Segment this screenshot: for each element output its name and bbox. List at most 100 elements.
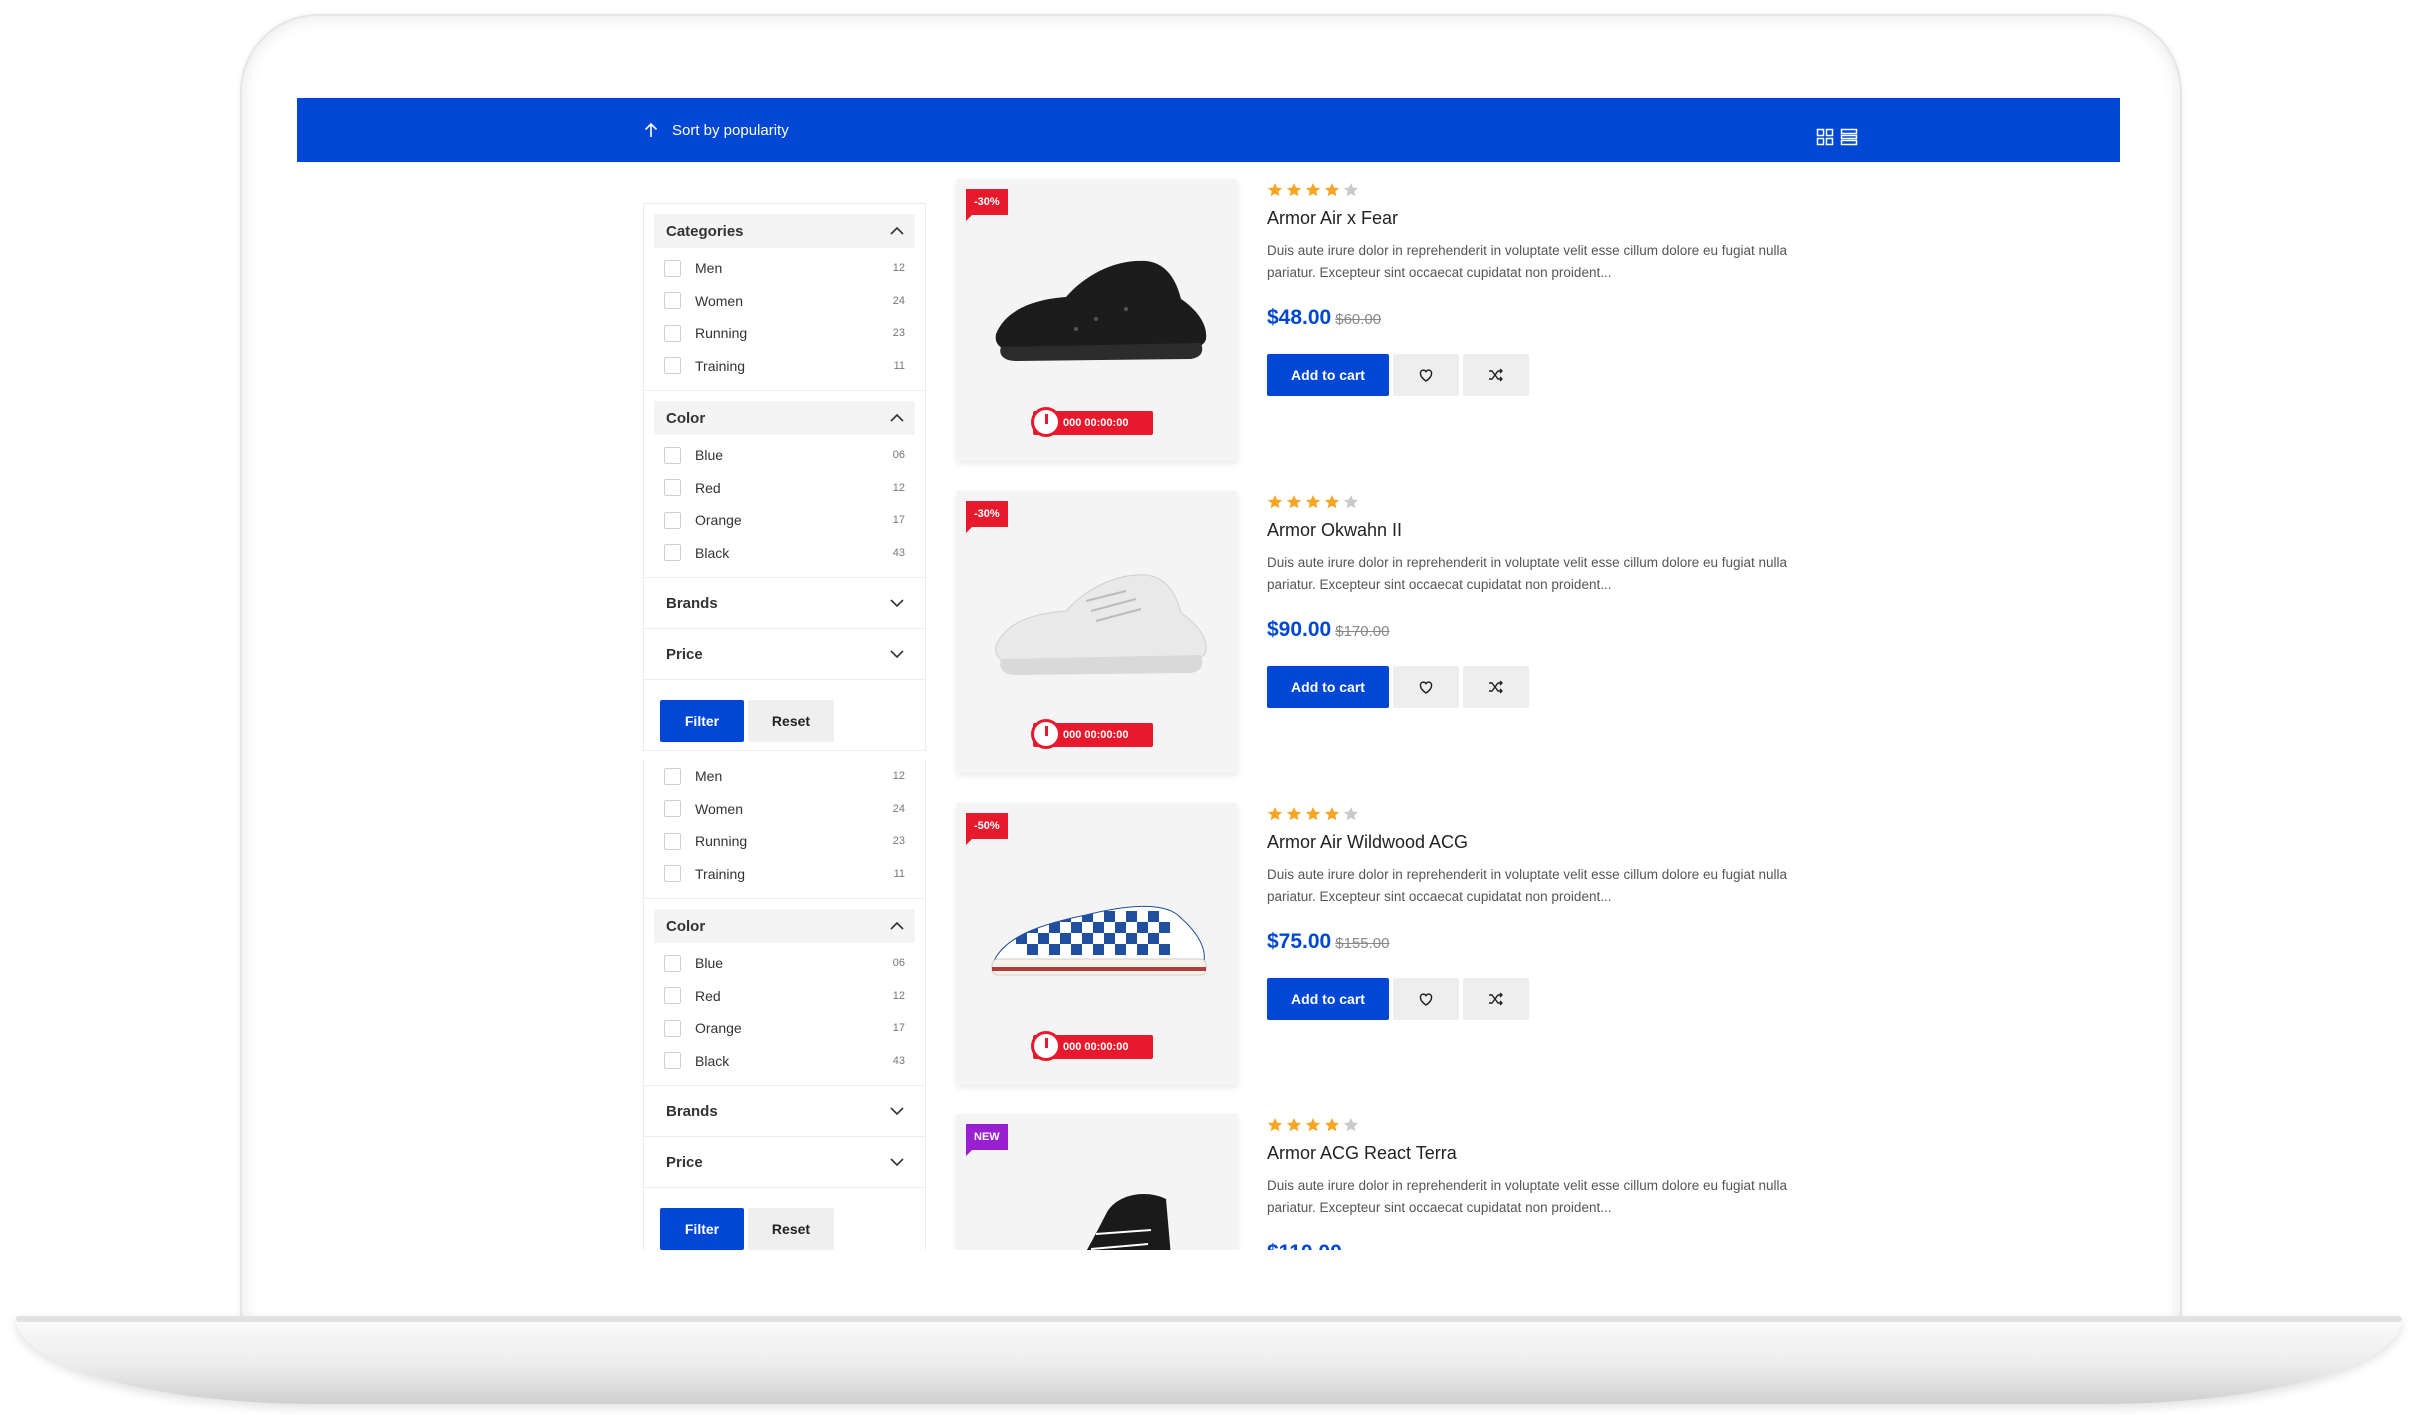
wishlist-button[interactable] [1393,666,1459,708]
checkbox[interactable] [664,1019,681,1037]
color-header[interactable]: Color [654,909,915,943]
filter-option-black[interactable]: Black 43 [644,537,925,570]
wishlist-button[interactable] [1393,354,1459,396]
product-image[interactable]: NEW [956,1114,1238,1250]
option-label: Red [695,987,721,1004]
filter-option-blue[interactable]: Blue 06 [644,439,925,472]
color-title: Color [666,917,706,935]
product-name[interactable]: Armor Air x Fear [1267,208,1827,232]
clock-icon [1031,1031,1061,1061]
filter-actions: Filter Reset [644,1187,925,1250]
price-header[interactable]: Price [644,1136,925,1187]
checkbox[interactable] [664,511,681,529]
product-image[interactable]: -50% 000 00:00:00 [956,803,1238,1085]
add-to-cart-button[interactable]: Add to cart [1267,354,1389,396]
filter-option-red[interactable]: Red 12 [644,980,925,1013]
product-image[interactable]: -30% 000 00:00:00 [956,491,1238,773]
star-icon [1286,495,1302,509]
checkbox[interactable] [664,479,681,497]
star-icon [1343,807,1359,821]
checkbox[interactable] [664,767,681,785]
laptop-hinge [16,1316,2402,1322]
reset-button[interactable]: Reset [748,1208,834,1250]
option-count: 12 [892,770,905,783]
option-count: 11 [893,359,905,372]
filter-option-orange[interactable]: Orange 17 [644,1012,925,1045]
price: $90.00 $170.00 [1267,618,1827,646]
old-price: $60.00 [1335,311,1382,328]
option-count: 12 [892,262,905,275]
filter-option-orange[interactable]: Orange 17 [644,504,925,537]
option-label: Women [695,292,743,309]
checkbox[interactable] [664,954,681,972]
add-to-cart-button[interactable]: Add to cart [1267,666,1389,708]
product-actions: Add to cart [1267,666,1827,708]
compare-button[interactable] [1463,978,1529,1020]
star-icon [1267,495,1283,509]
checkbox[interactable] [664,357,681,375]
sort-dropdown[interactable]: Sort by popularity [642,118,789,142]
star-icon [1324,183,1340,197]
checkbox[interactable] [664,446,681,464]
star-icon [1343,183,1359,197]
filter-button[interactable]: Filter [660,700,744,742]
star-icon [1324,807,1340,821]
product-description: Duis aute irure dolor in reprehenderit i… [1267,555,1788,592]
timer-text: 000 00:00:00 [1063,417,1129,429]
filter-option-blue[interactable]: Blue 06 [644,947,925,980]
checkbox[interactable] [664,324,681,342]
checkbox[interactable] [664,544,681,562]
filter-option-red[interactable]: Red 12 [644,472,925,505]
filter-option-training[interactable]: Training 11 [644,350,925,383]
price-header[interactable]: Price [644,628,925,679]
product-info: Armor ACG React Terra Duis aute irure dol… [1267,1114,1827,1250]
filter-option-women[interactable]: Women 24 [644,285,925,318]
reset-button[interactable]: Reset [748,700,834,742]
filter-option-running[interactable]: Running 23 [644,825,925,858]
star-icon [1343,1118,1359,1132]
categories-header[interactable]: Categories [654,214,915,248]
product-info: Armor Okwahn II Duis aute irure dolor in … [1267,491,1827,708]
checkbox[interactable] [664,259,681,277]
list-view-button[interactable] [1840,128,1858,146]
brands-header[interactable]: Brands [644,1085,925,1136]
checkbox[interactable] [664,1052,681,1070]
filter-button[interactable]: Filter [660,1208,744,1250]
checkbox[interactable] [664,800,681,818]
option-label: Women [695,800,743,817]
checkbox[interactable] [664,292,681,310]
add-to-cart-button[interactable]: Add to cart [1267,978,1389,1020]
grid-view-button[interactable] [1816,128,1834,146]
countdown-timer: 000 00:00:00 [1031,407,1153,437]
color-header[interactable]: Color [654,401,915,435]
shuffle-icon [1489,368,1503,382]
chevron-up-icon [890,921,904,930]
product-image[interactable]: -30% 000 00:00:00 [956,179,1238,461]
product-card: -30% 000 00:00:00 Armor Air x Fear Duis aut… [956,179,2120,469]
filter-option-black[interactable]: Black 43 [644,1045,925,1078]
countdown-timer: 000 00:00:00 [1031,1031,1153,1061]
checkbox[interactable] [664,832,681,850]
checkbox[interactable] [664,865,681,883]
filter-option-running[interactable]: Running 23 [644,317,925,350]
option-count: 24 [892,294,905,307]
old-price: $155.00 [1335,935,1390,952]
filter-option-training[interactable]: Training 11 [644,858,925,891]
filter-option-men[interactable]: Men 12 [644,760,925,793]
compare-button[interactable] [1463,354,1529,396]
product-name[interactable]: Armor ACG React Terra [1267,1143,1827,1167]
price-title: Price [666,645,703,663]
product-name[interactable]: Armor Okwahn II [1267,520,1827,544]
shoe-image [976,863,1216,1003]
brands-header[interactable]: Brands [644,577,925,628]
compare-button[interactable] [1463,666,1529,708]
product-name[interactable]: Armor Air Wildwood ACG [1267,832,1827,856]
star-icon [1305,807,1321,821]
filter-option-men[interactable]: Men 12 [644,252,925,285]
star-icon [1343,495,1359,509]
checkbox[interactable] [664,987,681,1005]
option-label: Orange [695,1020,742,1037]
wishlist-button[interactable] [1393,978,1459,1020]
price: $110.00 [1267,1241,1827,1250]
filter-option-women[interactable]: Women 24 [644,793,925,826]
